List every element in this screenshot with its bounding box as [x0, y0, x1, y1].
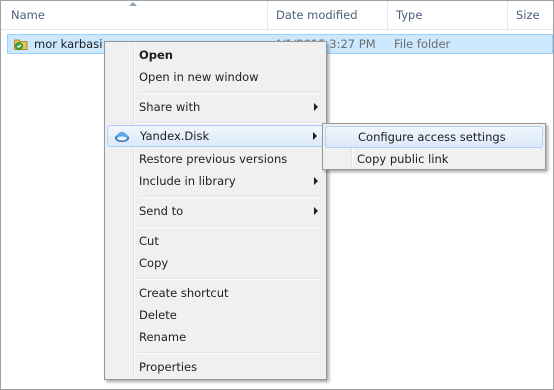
menu-item-yandex-disk-label: Yandex.Disk: [140, 129, 210, 143]
menu-item-restore-previous-versions[interactable]: Restore previous versions: [107, 148, 324, 170]
menu-item-rename-label: Rename: [139, 330, 187, 344]
menu-item-create-shortcut-label: Create shortcut: [139, 286, 229, 300]
submenu-item-copy-public-link[interactable]: Copy public link: [325, 148, 543, 170]
sort-ascending-icon: [129, 2, 137, 6]
menu-item-properties[interactable]: Properties: [107, 356, 324, 378]
context-menu: Open Open in new window Share with Yande…: [104, 41, 327, 380]
file-name: mor karbasi: [34, 37, 103, 51]
menu-separator: [137, 352, 322, 354]
yandex-disk-submenu: Configure access settings Copy public li…: [322, 123, 546, 170]
menu-item-include-in-library[interactable]: Include in library: [107, 170, 324, 192]
column-type[interactable]: Type: [387, 1, 508, 29]
folder-icon: [14, 39, 28, 50]
menu-item-send-to-label: Send to: [139, 204, 184, 218]
menu-item-copy-label: Copy: [139, 256, 169, 270]
menu-item-share-with[interactable]: Share with: [107, 96, 324, 118]
menu-item-delete-label: Delete: [139, 308, 177, 322]
menu-item-cut-label: Cut: [139, 234, 159, 248]
submenu-arrow-icon: [314, 103, 318, 111]
submenu-item-configure-access-label: Configure access settings: [358, 130, 506, 144]
menu-item-open-new-window-label: Open in new window: [139, 70, 259, 84]
submenu-arrow-icon: [313, 132, 317, 140]
menu-separator: [137, 92, 322, 94]
menu-item-yandex-disk[interactable]: Yandex.Disk: [107, 125, 324, 147]
menu-item-share-with-label: Share with: [139, 100, 201, 114]
menu-item-create-shortcut[interactable]: Create shortcut: [107, 282, 324, 304]
yandex-disk-icon: [115, 131, 129, 142]
column-name-label: Name: [11, 8, 45, 22]
menu-item-include-in-library-label: Include in library: [139, 174, 236, 188]
submenu-item-copy-public-link-label: Copy public link: [357, 152, 449, 166]
menu-item-open[interactable]: Open: [107, 44, 324, 66]
submenu-arrow-icon: [314, 207, 318, 215]
menu-item-copy[interactable]: Copy: [107, 252, 324, 274]
file-type: File folder: [394, 37, 451, 51]
menu-item-properties-label: Properties: [139, 360, 198, 374]
menu-item-open-label: Open: [139, 48, 173, 62]
column-type-label: Type: [396, 8, 423, 22]
menu-item-delete[interactable]: Delete: [107, 304, 324, 326]
menu-item-open-new-window[interactable]: Open in new window: [107, 66, 324, 88]
column-date-label: Date modified: [276, 8, 358, 22]
menu-item-cut[interactable]: Cut: [107, 230, 324, 252]
menu-separator: [137, 226, 322, 228]
menu-separator: [137, 122, 322, 124]
column-size[interactable]: Size: [507, 1, 553, 29]
column-size-label: Size: [516, 8, 540, 22]
menu-separator: [137, 278, 322, 280]
column-header: Name Date modified Type Size: [1, 1, 553, 30]
menu-item-restore-previous-versions-label: Restore previous versions: [139, 152, 288, 166]
menu-item-rename[interactable]: Rename: [107, 326, 324, 348]
submenu-item-configure-access[interactable]: Configure access settings: [325, 126, 543, 148]
submenu-arrow-icon: [314, 177, 318, 185]
menu-separator: [137, 196, 322, 198]
menu-item-send-to[interactable]: Send to: [107, 200, 324, 222]
column-date-modified[interactable]: Date modified: [267, 1, 388, 29]
